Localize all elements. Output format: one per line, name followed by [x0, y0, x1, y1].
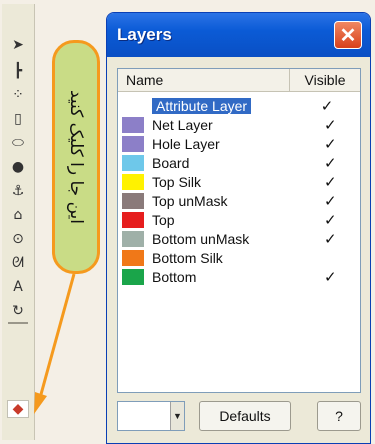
dots-tool-icon[interactable]: ⁘ [7, 86, 29, 104]
column-header-visible[interactable]: Visible [290, 69, 360, 91]
layer-name: Top [152, 211, 175, 228]
layer-row[interactable]: Top ✓ [118, 210, 360, 229]
layer-row[interactable]: Bottom unMask ✓ [118, 229, 360, 248]
visible-checkmark[interactable]: ✓ [301, 211, 360, 229]
polygon-tool-icon[interactable]: ⌂ [7, 206, 29, 224]
close-button[interactable]: ✕ [334, 21, 362, 49]
pointer-arrow-icon[interactable]: ➤ [7, 36, 29, 54]
defaults-button[interactable]: Defaults [199, 401, 291, 431]
layer-row[interactable]: Net Layer ✓ [118, 115, 360, 134]
wire-tool-icon[interactable]: ┣ [7, 62, 29, 80]
visible-checkmark[interactable]: ✓ [301, 135, 360, 153]
visible-checkmark[interactable]: ✓ [301, 154, 360, 172]
ellipse-tool-icon[interactable]: ⬭ [7, 134, 29, 152]
layers-list: Name Visible Attribute Layer ✓ Net Layer ✓ H… [117, 68, 361, 393]
layer-name: Board [152, 154, 190, 171]
layers-window: Layers ✕ Name Visible Attribute Layer ✓ Ne… [106, 12, 371, 444]
layer-rows: Attribute Layer ✓ Net Layer ✓ Hole Layer ✓ Boa… [118, 92, 360, 286]
layer-row[interactable]: Bottom ✓ [118, 267, 360, 286]
tool-strip: ➤ ┣ ⁘ ▯ ⬭ ● ⚓ ⌂ ⊙ ᘛ A ↻ ◆ [2, 4, 35, 440]
layer-name: Top unMask [152, 192, 228, 209]
rectangle-tool-icon[interactable]: ▯ [7, 110, 29, 128]
layer-name: Top Silk [152, 173, 202, 190]
layer-name: Net Layer [152, 116, 213, 133]
layer-color-swatch[interactable] [122, 154, 144, 171]
layer-row[interactable]: Hole Layer ✓ [118, 134, 360, 153]
arc-tool-icon[interactable]: ᘛ [7, 254, 29, 272]
fill-tool-icon[interactable]: ● [7, 158, 29, 176]
layer-row[interactable]: Top unMask ✓ [118, 191, 360, 210]
list-header: Name Visible [118, 69, 360, 92]
layer-color-swatch[interactable] [122, 173, 144, 190]
rotate-tool-icon[interactable]: ↻ [7, 302, 29, 320]
bottom-bar: ▼ Defaults ? [117, 399, 361, 433]
layer-name: Bottom unMask [152, 230, 250, 247]
layer-color-swatch[interactable] [122, 192, 144, 209]
layer-color-swatch[interactable] [122, 98, 144, 114]
via-tool-icon[interactable]: ⚓ [7, 182, 29, 200]
visible-checkmark[interactable]: ✓ [301, 268, 360, 286]
window-title: Layers [117, 25, 172, 44]
visible-checkmark[interactable]: ✓ [301, 192, 360, 210]
layer-name: Attribute Layer [152, 97, 252, 114]
layer-row[interactable]: Board ✓ [118, 153, 360, 172]
help-button[interactable]: ? [317, 401, 361, 431]
instruction-callout: این جا را کلیک کنید [52, 40, 100, 274]
layer-color-swatch[interactable] [122, 230, 144, 247]
layer-color-swatch[interactable] [122, 268, 144, 285]
toolbar-separator [8, 322, 28, 324]
layer-color-swatch[interactable] [122, 135, 144, 152]
title-bar[interactable]: Layers ✕ [107, 13, 370, 57]
layer-row[interactable]: Attribute Layer ✓ [118, 96, 360, 115]
layer-select-combo[interactable]: ▼ [117, 401, 185, 431]
layer-name: Hole Layer [152, 135, 220, 152]
visible-checkmark[interactable]: ✓ [297, 97, 357, 115]
visible-checkmark[interactable]: ✓ [301, 230, 360, 248]
chevron-down-icon[interactable]: ▼ [170, 402, 184, 430]
layer-color-swatch[interactable] [122, 249, 144, 266]
layer-name: Bottom Silk [152, 249, 223, 266]
layer-row[interactable]: Bottom Silk [118, 248, 360, 267]
column-header-name[interactable]: Name [118, 69, 290, 91]
layer-row[interactable]: Top Silk ✓ [118, 172, 360, 191]
visible-checkmark[interactable]: ✓ [301, 173, 360, 191]
layer-color-swatch[interactable] [122, 116, 144, 133]
layers-stack-icon[interactable]: ◆ [7, 400, 29, 418]
visible-checkmark[interactable]: ✓ [301, 116, 360, 134]
layer-color-swatch[interactable] [122, 211, 144, 228]
layer-name: Bottom [152, 268, 197, 285]
circle-target-icon[interactable]: ⊙ [7, 230, 29, 248]
text-tool-icon[interactable]: A [7, 278, 29, 296]
callout-text: این جا را کلیک کنید [66, 90, 86, 224]
